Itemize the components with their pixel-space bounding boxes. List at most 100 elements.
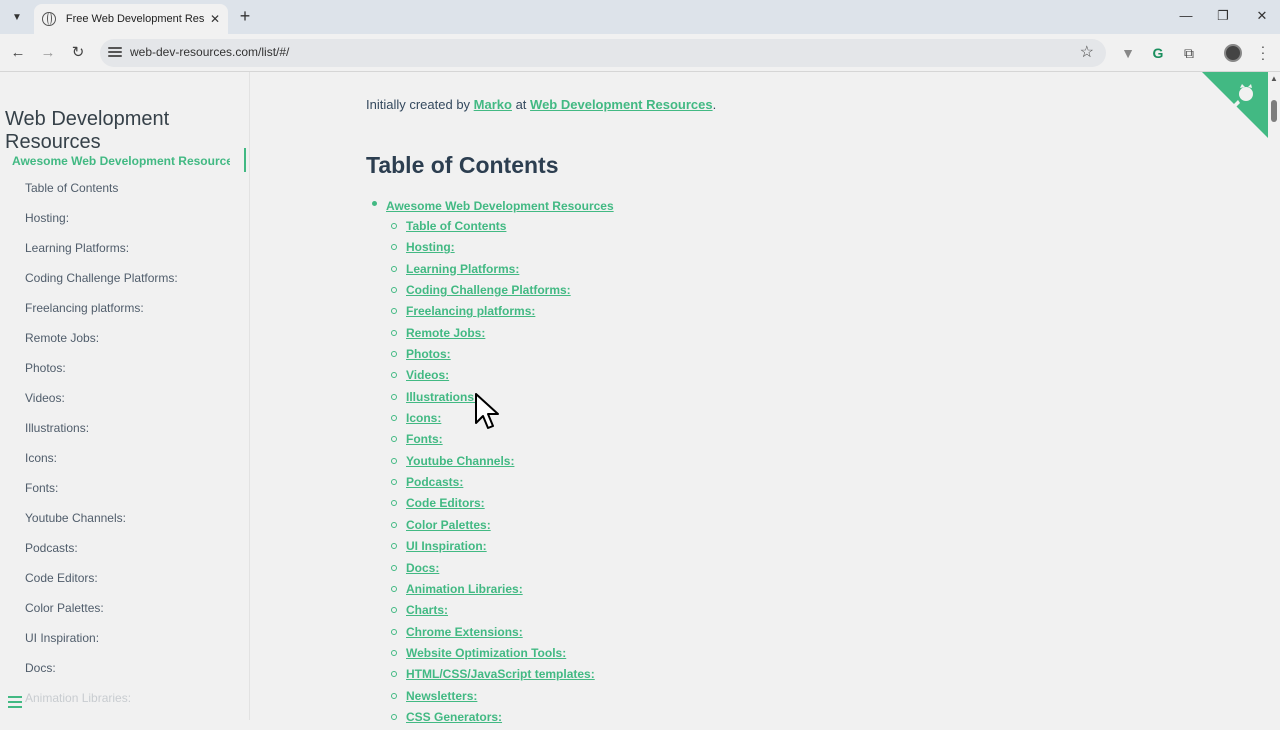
toc-item: Docs: [391,560,595,581]
toc-item: HTML/CSS/JavaScript templates: [391,666,595,687]
toc-link[interactable]: Remote Jobs: [406,326,485,340]
url-text[interactable]: web-dev-resources.com/list/#/ [130,45,289,59]
author-link[interactable]: Marko [474,97,512,112]
sidebar-item[interactable]: Hosting: [25,210,178,240]
sidebar-active-label[interactable]: Awesome Web Development Resources ... [12,154,230,168]
toc-link[interactable]: Videos: [406,368,449,382]
new-tab-button[interactable]: + [236,7,254,26]
tab-search-chevron-down-icon[interactable]: ▼ [6,6,28,28]
toc-link[interactable]: UI Inspiration: [406,539,487,553]
forward-arrow-icon[interactable]: → [38,43,58,63]
sidebar-list: Table of Contents Hosting: Learning Plat… [25,180,178,720]
toc-item: CSS Generators: [391,709,595,730]
sidebar-item[interactable]: Freelancing platforms: [25,300,178,330]
sidebar-item[interactable]: Videos: [25,390,178,420]
site-info-icon[interactable] [108,45,122,59]
toc-link[interactable]: Charts: [406,603,448,617]
toc-item: Color Palettes: [391,517,595,538]
toc-list: Table of Contents Hosting: Learning Plat… [391,218,595,730]
toc-link[interactable]: Fonts: [406,432,443,446]
scroll-thumb[interactable] [1271,100,1277,122]
toc-heading: Table of Contents [366,152,559,178]
back-arrow-icon[interactable]: ← [8,43,28,63]
toc-item: Chrome Extensions: [391,624,595,645]
sidebar-item[interactable]: Learning Platforms: [25,240,178,270]
minimize-button[interactable]: — [1176,8,1196,23]
toc-item: Remote Jobs: [391,325,595,346]
toc-item: Hosting: [391,239,595,260]
toc-link[interactable]: Learning Platforms: [406,262,519,276]
toc-item: Coding Challenge Platforms: [391,282,595,303]
sidebar-item[interactable]: Animation Libraries: [25,690,178,720]
reload-icon[interactable]: ↻ [68,43,88,63]
intro-prefix: Initially created by [366,97,474,112]
toc-item: Table of Contents [391,218,595,239]
close-window-button[interactable]: ✕ [1252,8,1272,24]
toc-item: Newsletters: [391,688,595,709]
mouse-cursor-icon [475,393,499,429]
toc-link[interactable]: Freelancing platforms: [406,304,535,318]
tab-close-button[interactable]: ✕ [210,12,220,26]
toc-link[interactable]: Newsletters: [406,689,477,703]
globe-icon [42,12,56,26]
intro-suffix: . [712,97,717,112]
bookmark-star-icon[interactable]: ☆ [1080,42,1094,62]
toc-item: Charts: [391,602,595,623]
toc-link[interactable]: HTML/CSS/JavaScript templates: [406,667,595,681]
github-corner-octocat-icon[interactable] [1202,72,1268,138]
toc-link[interactable]: Illustrations: [406,390,478,404]
toc-link[interactable]: Photos: [406,347,451,361]
toc-item: Website Optimization Tools: [391,645,595,666]
sidebar-item[interactable]: UI Inspiration: [25,630,178,660]
sidebar-item[interactable]: Youtube Channels: [25,510,178,540]
sidebar-item[interactable]: Photos: [25,360,178,390]
toc-root-link[interactable]: Awesome Web Development Resources [386,199,614,213]
toc-link[interactable]: Podcasts: [406,475,463,489]
scroll-up-arrow-icon[interactable]: ▲ [1270,74,1278,83]
page-viewport: Web Development Resources Awesome Web De… [0,72,1280,724]
sidebar-item[interactable]: Podcasts: [25,540,178,570]
sidebar-item[interactable]: Color Palettes: [25,600,178,630]
toc-item: Photos: [391,346,595,367]
address-bar[interactable]: web-dev-resources.com/list/#/ ☆ [100,39,1106,67]
puzzle-extensions-icon[interactable]: ⧉ [1180,44,1198,62]
site-link[interactable]: Web Development Resources [530,97,713,112]
bullet [372,201,377,206]
profile-avatar[interactable] [1224,44,1242,62]
sidebar-item[interactable]: Icons: [25,450,178,480]
toc-root-item: Awesome Web Development Resources [372,197,614,215]
toc-item: UI Inspiration: [391,538,595,559]
toc-link[interactable]: Docs: [406,561,439,575]
toc-link[interactable]: Youtube Channels: [406,454,514,468]
sidebar-item[interactable]: Coding Challenge Platforms: [25,270,178,300]
toc-link[interactable]: Table of Contents [406,219,506,233]
toc-link[interactable]: Color Palettes: [406,518,491,532]
browser-tab[interactable]: Free Web Development Resources ✕ [34,4,228,34]
toc-link[interactable]: Coding Challenge Platforms: [406,283,571,297]
toc-link[interactable]: Website Optimization Tools: [406,646,566,660]
grammarly-icon[interactable]: G [1149,44,1167,62]
sidebar-item[interactable]: Docs: [25,660,178,690]
toc-link[interactable]: Chrome Extensions: [406,625,523,639]
sidebar-item[interactable]: Fonts: [25,480,178,510]
toc-link[interactable]: Animation Libraries: [406,582,523,596]
toc-link[interactable]: Hosting: [406,240,455,254]
restore-button[interactable]: ❐ [1213,8,1233,24]
intro-mid: at [511,97,531,112]
sidebar-item-active[interactable]: Awesome Web Development Resources ... [0,148,246,172]
tab-title: Free Web Development Resources [65,13,204,25]
toc-item: Youtube Channels: [391,453,595,474]
toc-link[interactable]: Code Editors: [406,496,485,510]
toc-link[interactable]: Icons: [406,411,441,425]
toc-item: Podcasts: [391,474,595,495]
sidebar-toggle-hamburger-icon[interactable] [8,696,22,708]
sidebar-item[interactable]: Remote Jobs: [25,330,178,360]
toc-item: Code Editors: [391,495,595,516]
toc-link[interactable]: CSS Generators: [406,710,502,724]
sidebar-item[interactable]: Table of Contents [25,180,178,210]
sidebar-item[interactable]: Illustrations: [25,420,178,450]
sidebar-item[interactable]: Code Editors: [25,570,178,600]
page-scrollbar[interactable]: ▲ [1268,72,1280,720]
kebab-menu-icon[interactable]: · · · [1258,39,1268,65]
extension-v-icon[interactable]: ▼ [1119,44,1137,62]
